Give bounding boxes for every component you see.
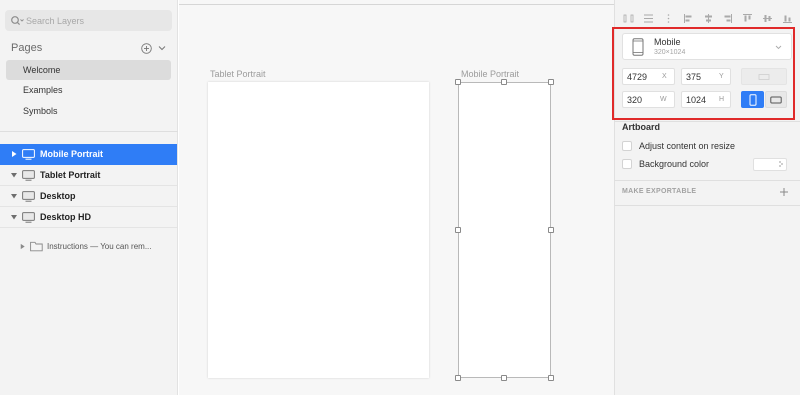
height-value: 1024 bbox=[686, 94, 707, 105]
layer-desktop-hd[interactable]: Desktop HD bbox=[0, 207, 177, 228]
device-size: 320×1024 bbox=[654, 48, 686, 56]
page-item-welcome[interactable]: Welcome bbox=[6, 60, 171, 80]
layer-tablet-portrait[interactable]: Tablet Portrait bbox=[0, 165, 177, 186]
folder-icon bbox=[30, 241, 43, 251]
background-color-checkbox[interactable]: Background color bbox=[622, 157, 709, 171]
mobile-artboard-label[interactable]: Mobile Portrait bbox=[461, 69, 519, 79]
page-item-symbols[interactable]: Symbols bbox=[6, 101, 171, 121]
resize-handle-left[interactable] bbox=[455, 227, 461, 233]
x-position-field[interactable]: 4729 bbox=[622, 68, 675, 85]
adjust-content-label: Adjust content on resize bbox=[639, 141, 736, 151]
device-name: Mobile bbox=[654, 36, 681, 47]
y-label: Y bbox=[719, 73, 724, 80]
resize-handle-top-left[interactable] bbox=[455, 79, 461, 85]
align-bottom-icon[interactable] bbox=[782, 13, 793, 24]
landscape-orientation-icon bbox=[770, 96, 782, 103]
inspector-divider bbox=[614, 205, 800, 206]
disclosure-arrow-icon[interactable] bbox=[19, 243, 26, 250]
align-right-icon[interactable] bbox=[722, 13, 733, 24]
alignment-toolbar bbox=[623, 11, 793, 25]
artboard-icon bbox=[22, 211, 35, 223]
resize-handle-top-right[interactable] bbox=[548, 79, 554, 85]
layer-label: Desktop bbox=[40, 191, 76, 201]
layer-label: Tablet Portrait bbox=[40, 170, 101, 180]
tablet-portrait-artboard[interactable] bbox=[208, 82, 429, 378]
disclosure-arrow-icon[interactable] bbox=[10, 213, 18, 221]
x-value: 4729 bbox=[627, 71, 648, 82]
chevron-down-icon[interactable] bbox=[158, 44, 166, 52]
layers-sidebar: Search Layers Pages Welcome Examples Sym… bbox=[0, 0, 178, 395]
width-field[interactable]: 320 bbox=[622, 91, 675, 108]
flip-button[interactable] bbox=[741, 68, 787, 85]
y-value: 375 bbox=[686, 71, 702, 82]
inspector-divider bbox=[614, 180, 800, 181]
disclosure-arrow-icon[interactable] bbox=[10, 192, 18, 200]
height-label: H bbox=[719, 96, 725, 103]
swatch-pattern-icon bbox=[779, 161, 783, 167]
flip-icon bbox=[758, 73, 770, 80]
background-color-swatch[interactable] bbox=[753, 158, 787, 171]
layer-label: Desktop HD bbox=[40, 212, 92, 222]
layer-label: Mobile Portrait bbox=[40, 149, 104, 159]
resize-handle-bottom[interactable] bbox=[501, 375, 507, 381]
make-exportable-title: MAKE EXPORTABLE bbox=[622, 188, 697, 195]
disclosure-arrow-icon[interactable] bbox=[10, 171, 18, 179]
artboard-section-title: Artboard bbox=[622, 122, 660, 132]
sidebar-divider bbox=[0, 131, 178, 132]
search-layers-field[interactable]: Search Layers bbox=[5, 10, 172, 31]
page-item-examples[interactable]: Examples bbox=[6, 80, 171, 100]
align-top-icon[interactable] bbox=[742, 13, 753, 24]
add-page-icon[interactable] bbox=[141, 42, 152, 54]
page-label: Welcome bbox=[23, 65, 61, 75]
search-icon bbox=[11, 15, 24, 25]
artboard-icon bbox=[22, 169, 35, 181]
width-label: W bbox=[660, 96, 667, 103]
page-label: Examples bbox=[23, 85, 63, 95]
layer-instructions[interactable]: Instructions — You can rem... bbox=[0, 236, 177, 256]
distribute-horizontal-icon[interactable] bbox=[623, 13, 634, 24]
more-icon[interactable] bbox=[663, 13, 674, 24]
width-value: 320 bbox=[627, 94, 643, 105]
portrait-orientation-button[interactable] bbox=[741, 91, 764, 108]
align-center-horizontal-icon[interactable] bbox=[703, 13, 714, 24]
layer-mobile-portrait[interactable]: Mobile Portrait bbox=[0, 144, 177, 165]
portrait-orientation-icon bbox=[749, 93, 756, 106]
layer-desktop[interactable]: Desktop bbox=[0, 186, 177, 207]
layer-label: Instructions — You can rem... bbox=[47, 241, 152, 251]
resize-handle-right[interactable] bbox=[548, 227, 554, 233]
plus-icon[interactable] bbox=[779, 187, 789, 197]
mobile-portrait-artboard[interactable] bbox=[458, 82, 551, 378]
canvas-top-border bbox=[179, 4, 614, 5]
artboard-icon bbox=[22, 148, 35, 160]
checkbox[interactable] bbox=[622, 141, 632, 151]
adjust-content-checkbox[interactable]: Adjust content on resize bbox=[622, 139, 735, 153]
landscape-orientation-button[interactable] bbox=[765, 91, 787, 108]
search-placeholder: Search Layers bbox=[26, 15, 85, 26]
checkbox[interactable] bbox=[622, 159, 632, 169]
page-label: Symbols bbox=[23, 106, 58, 116]
background-color-label: Background color bbox=[639, 159, 710, 169]
chevron-down-icon bbox=[775, 45, 782, 50]
pages-header: Pages bbox=[11, 41, 166, 55]
device-preset-dropdown[interactable]: Mobile 320×1024 bbox=[622, 33, 792, 60]
distribute-vertical-icon[interactable] bbox=[643, 13, 654, 24]
align-left-icon[interactable] bbox=[683, 13, 694, 24]
disclosure-arrow-icon[interactable] bbox=[10, 150, 18, 158]
artboard-icon bbox=[22, 190, 35, 202]
resize-handle-bottom-left[interactable] bbox=[455, 375, 461, 381]
phone-icon bbox=[632, 37, 644, 56]
pages-title: Pages bbox=[11, 42, 43, 54]
x-label: X bbox=[662, 73, 667, 80]
resize-handle-bottom-right[interactable] bbox=[548, 375, 554, 381]
tablet-artboard-label[interactable]: Tablet Portrait bbox=[210, 69, 266, 79]
align-middle-icon[interactable] bbox=[762, 13, 773, 24]
resize-handle-top[interactable] bbox=[501, 79, 507, 85]
